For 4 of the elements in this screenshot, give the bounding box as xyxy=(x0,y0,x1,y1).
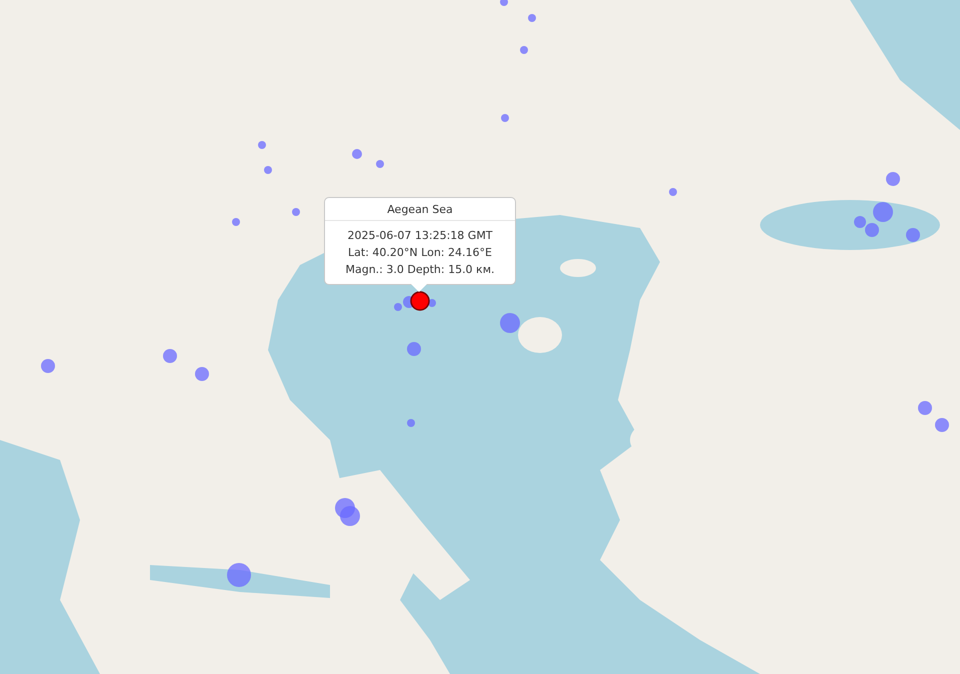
popup-line: 2025-06-07 13:25:18 GMT xyxy=(346,228,494,244)
popup-line: Lat: 40.20°N Lon: 24.16°E xyxy=(347,245,493,261)
popup-line: Magn.: 3.0 Depth: 15.0 км. xyxy=(344,262,496,278)
popup-title: Aegean Sea xyxy=(325,198,515,221)
